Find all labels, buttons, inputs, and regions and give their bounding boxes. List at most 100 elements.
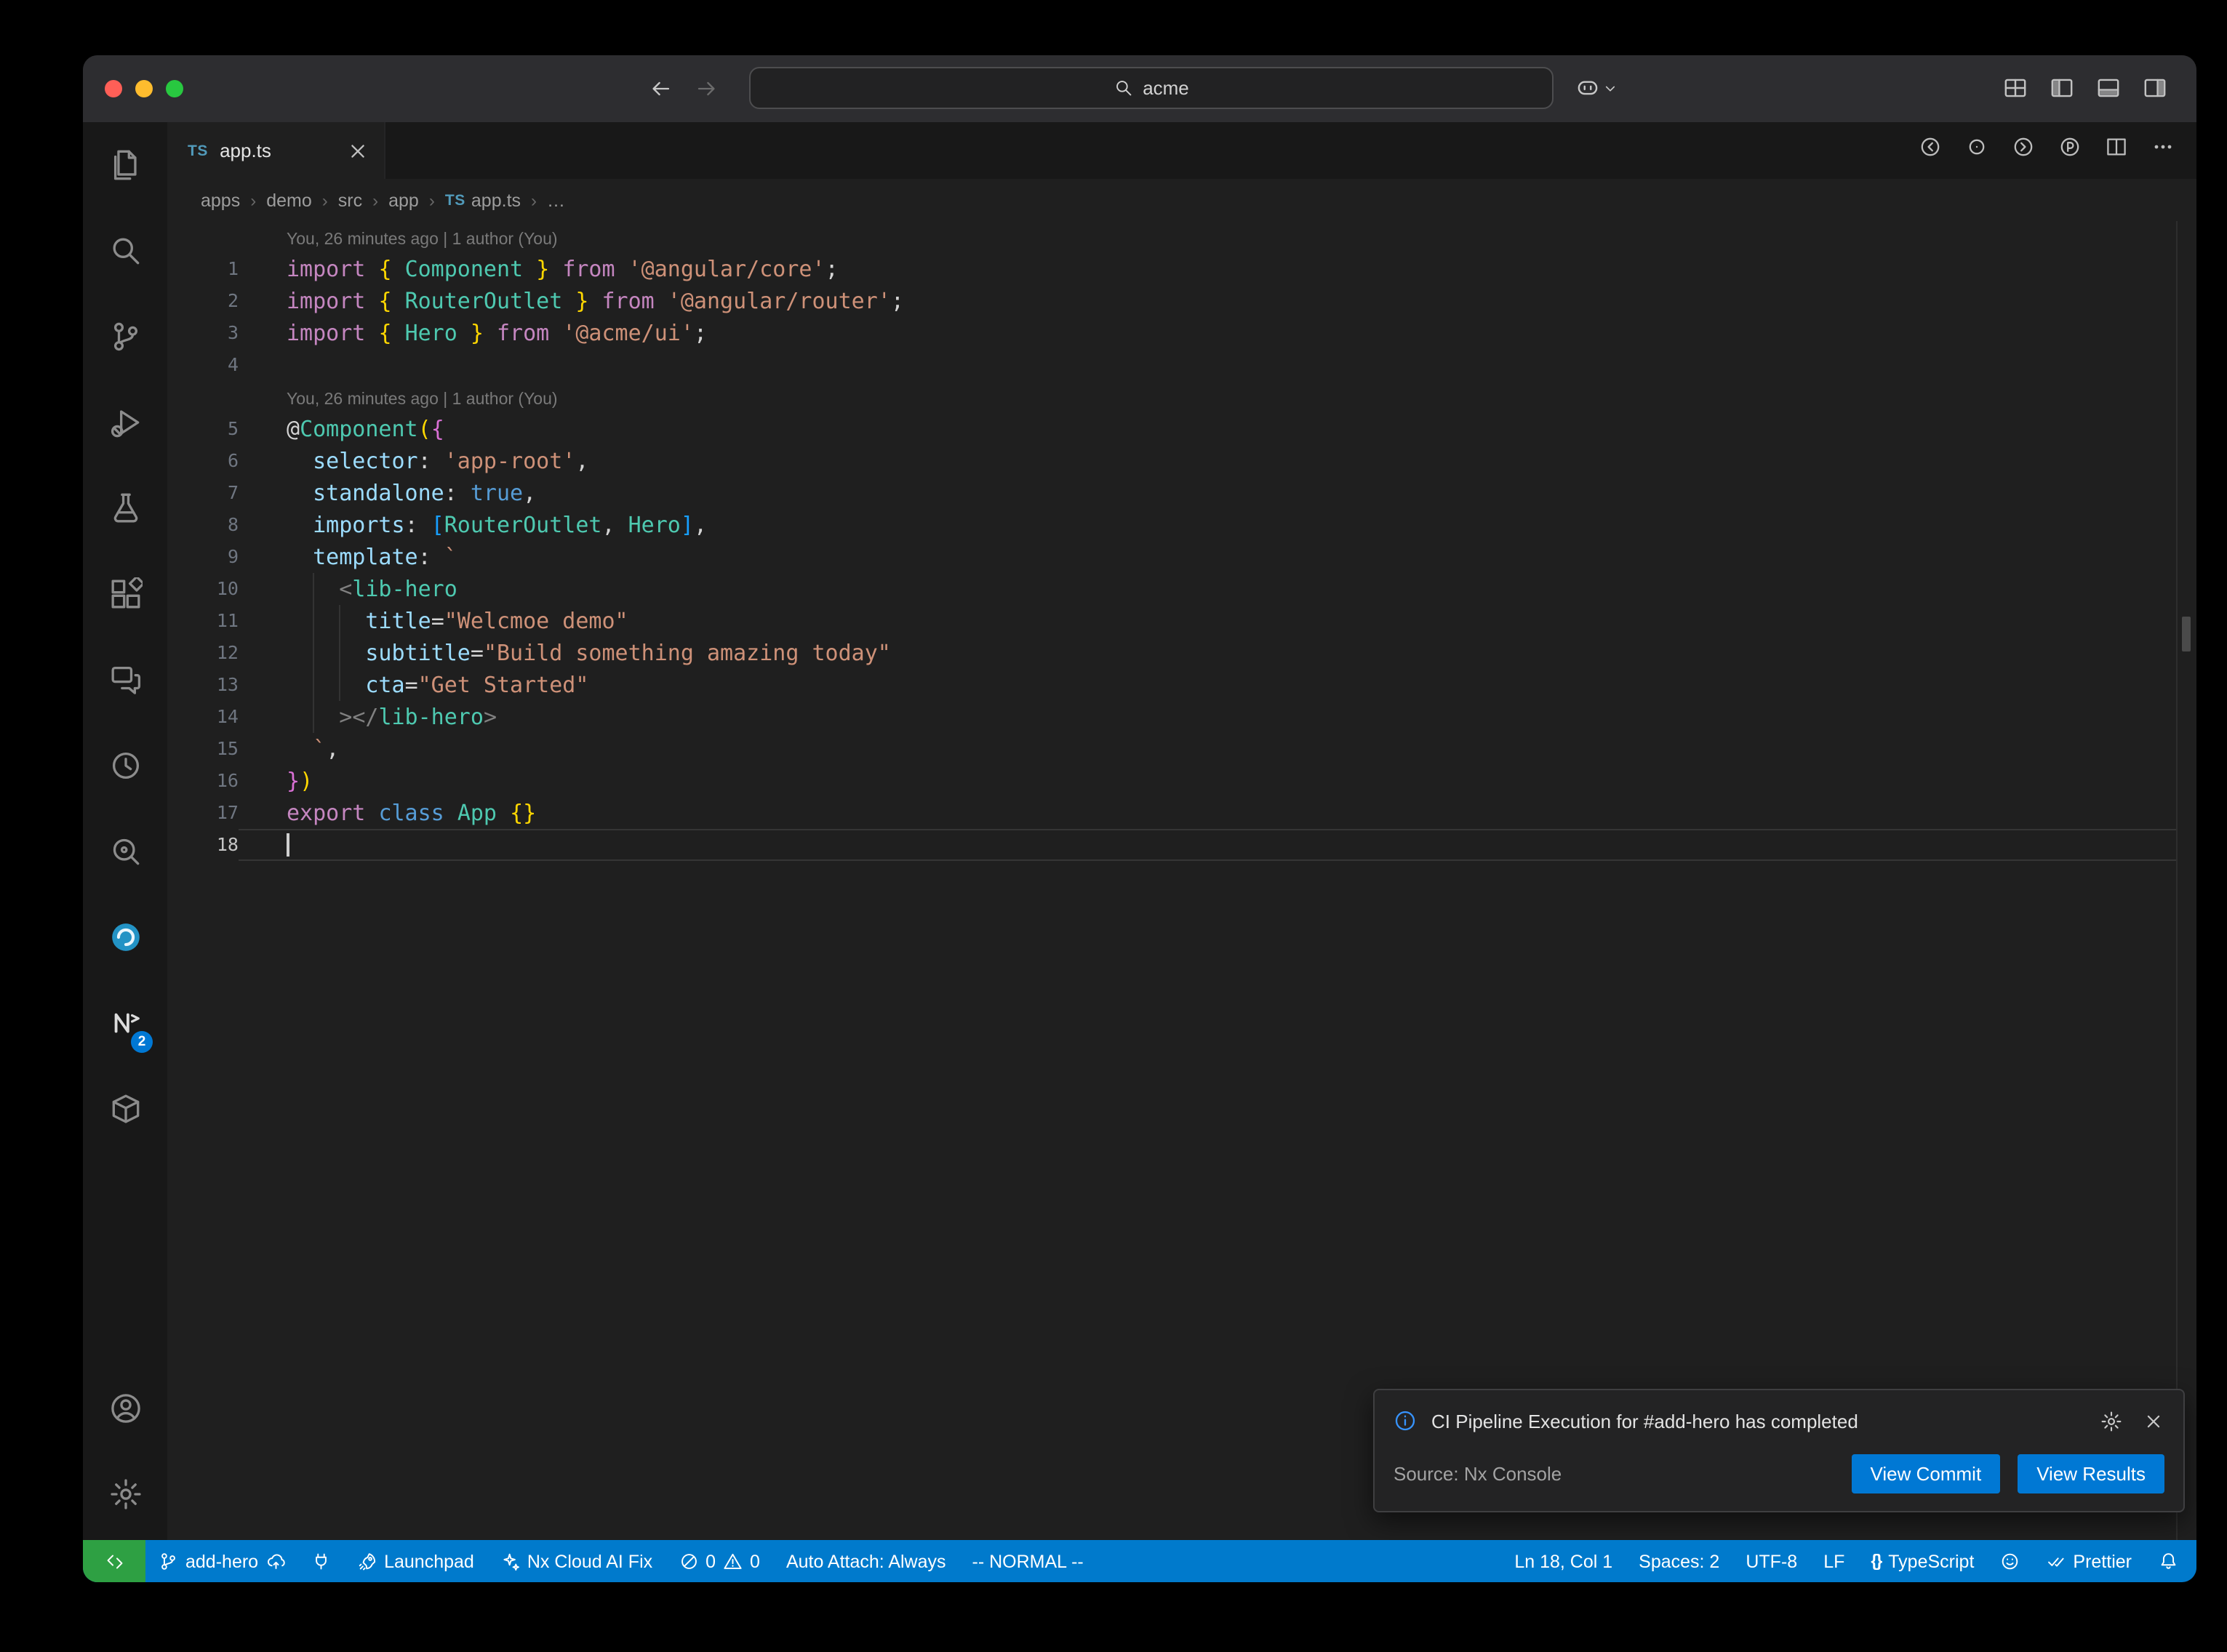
code-content[interactable]: selector: 'app-root', <box>239 445 2176 477</box>
remote-icon <box>104 1551 124 1571</box>
toggle-file-blame-button[interactable] <box>1965 135 1988 166</box>
split-editor-button[interactable] <box>2105 135 2128 166</box>
go-back-icon[interactable] <box>649 77 672 100</box>
status-bar-item-prettier[interactable]: Prettier <box>2033 1540 2145 1582</box>
activity-bar-item-explorer[interactable] <box>83 122 167 208</box>
toggle-panel-button[interactable] <box>2096 76 2121 108</box>
status-bar-item-encoding[interactable]: UTF-8 <box>1732 1540 1810 1582</box>
status-bar-item-vim-mode[interactable]: -- NORMAL -- <box>959 1540 1097 1582</box>
editor[interactable]: You, 26 minutes ago | 1 author (You)1imp… <box>167 221 2196 1540</box>
code-content[interactable]: <lib-hero <box>239 573 2176 605</box>
activity-bar-item-nx-console[interactable]: 2 <box>83 980 167 1066</box>
status-bar-item-nx-cloud-ai-fix[interactable]: Nx Cloud AI Fix <box>487 1540 665 1582</box>
toggle-secondary-sidebar-button[interactable] <box>2143 76 2167 108</box>
code-content[interactable]: }) <box>239 765 2176 797</box>
status-bar-item-git-branch[interactable]: add-hero <box>145 1540 298 1582</box>
code-content[interactable]: import { Component } from '@angular/core… <box>239 253 2176 285</box>
activity-bar-item-manage-settings[interactable] <box>83 1451 167 1537</box>
activity-bar-item-nx-cloud[interactable] <box>83 894 167 980</box>
editor-column: TS app.ts apps›demo›src›app›TSapp.ts›… Y… <box>167 122 2196 1540</box>
activity-bar-item-accounts[interactable] <box>83 1366 167 1451</box>
double-check-icon <box>2046 1552 2066 1571</box>
notification-settings-icon[interactable] <box>2100 1410 2122 1432</box>
line-number: 17 <box>167 797 239 829</box>
breadcrumb-separator: › <box>429 190 435 210</box>
view-results-button[interactable]: View Results <box>2018 1454 2164 1493</box>
go-forward-icon[interactable] <box>695 77 719 100</box>
status-bar-item-notifications-bell[interactable] <box>2145 1540 2191 1582</box>
activity-bar-item-search[interactable] <box>83 208 167 294</box>
minimize-window-button[interactable] <box>135 80 153 97</box>
status-bar-item-eol[interactable]: LF <box>1810 1540 1858 1582</box>
code-content[interactable]: export class App {} <box>239 797 2176 829</box>
open-next-change-button[interactable] <box>2012 135 2035 166</box>
zoom-window-button[interactable] <box>166 80 183 97</box>
status-bar-left: add-hero LaunchpadNx Cloud AI Fix00Auto A… <box>83 1540 1501 1582</box>
code-content[interactable] <box>239 349 2176 381</box>
status-bar-item-gitlens-launchpad[interactable]: Launchpad <box>344 1540 487 1582</box>
breadcrumb-item-app-ts[interactable]: TSapp.ts <box>445 190 521 210</box>
activity-bar-item-gitlens-inspect[interactable] <box>83 809 167 894</box>
open-previous-change-button[interactable] <box>1919 135 1942 166</box>
code-content[interactable]: `, <box>239 733 2176 765</box>
activity-bar-item-gitlens[interactable] <box>83 723 167 809</box>
tab-label: app.ts <box>220 140 271 161</box>
activity-bar-item-extensions[interactable] <box>83 551 167 637</box>
breadcrumb-label: … <box>547 190 565 210</box>
activity-bar-item-chat[interactable] <box>83 637 167 723</box>
tab-app-ts[interactable]: TS app.ts <box>167 122 385 179</box>
breadcrumb-item-demo[interactable]: demo <box>266 190 312 210</box>
customize-layout-button[interactable] <box>2003 76 2028 108</box>
close-tab-icon[interactable] <box>346 139 369 162</box>
code-content[interactable]: title="Welcmoe demo" <box>239 605 2176 637</box>
code-content[interactable] <box>239 829 2176 861</box>
blame-text[interactable]: You, 26 minutes ago | 1 author (You) <box>287 231 558 249</box>
view-commit-button[interactable]: View Commit <box>1852 1454 2001 1493</box>
code-content[interactable]: template: ` <box>239 541 2176 573</box>
activity-bar-item-run-and-debug[interactable] <box>83 380 167 465</box>
status-bar-item-cursor-position[interactable]: Ln 18, Col 1 <box>1501 1540 1626 1582</box>
breadcrumb-separator: › <box>531 190 537 210</box>
close-window-button[interactable] <box>105 80 122 97</box>
tab-bar: TS app.ts <box>167 122 2196 179</box>
copilot-menu[interactable] <box>1575 76 1619 100</box>
code-content[interactable]: imports: [RouterOutlet, Hero], <box>239 509 2176 541</box>
breadcrumb-separator: › <box>250 190 256 210</box>
code-content[interactable]: cta="Get Started" <box>239 669 2176 701</box>
notification-close-icon[interactable] <box>2143 1410 2164 1432</box>
blame-annotation[interactable]: You, 26 minutes ago | 1 author (You) <box>239 381 2176 413</box>
breadcrumb-item-src[interactable]: src <box>338 190 362 210</box>
code-content[interactable]: import { Hero } from '@acme/ui'; <box>239 317 2176 349</box>
code-content[interactable]: subtitle="Build something amazing today" <box>239 637 2176 669</box>
code-content[interactable]: ></lib-hero> <box>239 701 2176 733</box>
status-bar-item-feedback[interactable] <box>1987 1540 2033 1582</box>
status-bar-item-auto-attach[interactable]: Auto Attach: Always <box>773 1540 959 1582</box>
activity-bar-item-source-control[interactable] <box>83 294 167 380</box>
breadcrumb-item--[interactable]: … <box>547 190 565 210</box>
gitlens-inspect-icon <box>108 835 142 868</box>
blame-annotation[interactable]: You, 26 minutes ago | 1 author (You) <box>239 221 2176 253</box>
toggle-primary-sidebar-button[interactable] <box>2050 76 2074 108</box>
status-bar-item-problems[interactable]: 00 <box>665 1540 773 1582</box>
status-bar-item-plug-indicator[interactable] <box>298 1540 344 1582</box>
activity-bar-item-containers[interactable] <box>83 1066 167 1152</box>
activity-bar-item-testing[interactable] <box>83 465 167 551</box>
code-content[interactable]: @Component({ <box>239 413 2176 445</box>
more-actions-button[interactable] <box>2151 135 2175 166</box>
gitlens-file-actions-button[interactable] <box>2058 135 2082 166</box>
overview-ruler[interactable] <box>2176 221 2196 1540</box>
breadcrumb-item-apps[interactable]: apps <box>201 190 240 210</box>
blame-text[interactable]: You, 26 minutes ago | 1 author (You) <box>287 391 558 409</box>
error-icon <box>679 1552 698 1571</box>
status-bar-item-language-mode[interactable]: {}TypeScript <box>1858 1540 1987 1582</box>
sparkle-icon <box>500 1552 520 1571</box>
split-icon <box>2105 135 2128 159</box>
status-bar-item-remote-indicator[interactable] <box>83 1540 145 1582</box>
status-bar-label: Ln 18, Col 1 <box>1514 1551 1612 1571</box>
status-bar-item-indentation[interactable]: Spaces: 2 <box>1626 1540 1732 1582</box>
code-content[interactable]: import { RouterOutlet } from '@angular/r… <box>239 285 2176 317</box>
code-content[interactable]: standalone: true, <box>239 477 2176 509</box>
info-icon <box>1394 1409 1417 1432</box>
breadcrumb-item-app[interactable]: app <box>388 190 419 210</box>
command-center[interactable]: acme <box>749 67 1554 109</box>
